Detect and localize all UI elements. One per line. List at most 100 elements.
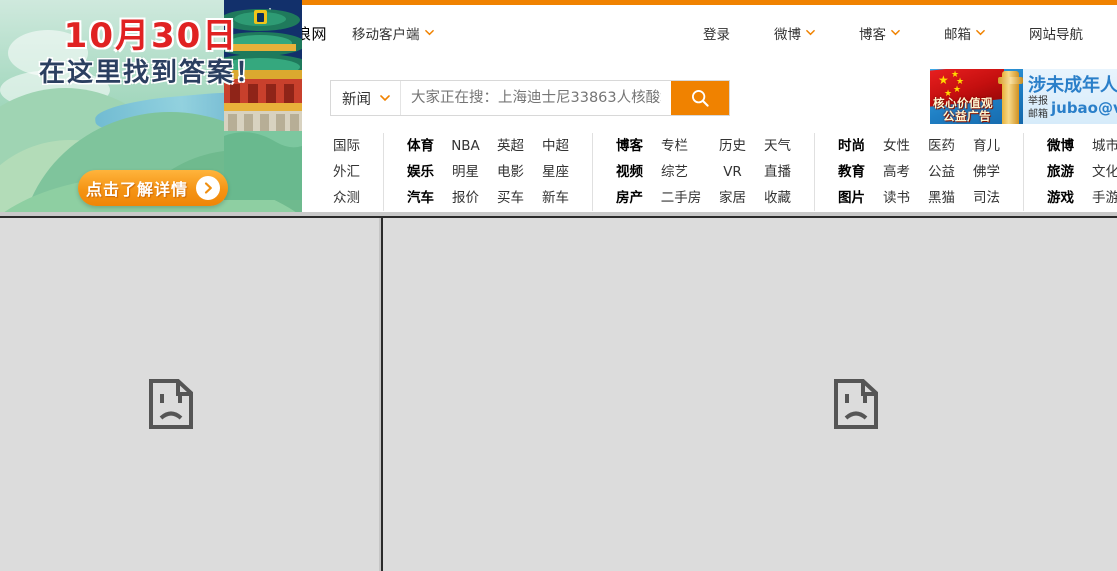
chevron-down-icon <box>806 28 815 37</box>
nav-link-shoucang[interactable]: 收藏 <box>755 185 800 211</box>
nav-link-jiaoyu[interactable]: 教育 <box>829 159 874 185</box>
nav-link-zhongce[interactable]: 众测 <box>324 185 369 211</box>
nav-column: 微博 旅游 游戏 <box>1038 133 1083 211</box>
chevron-down-icon <box>424 28 434 37</box>
topnav-item-label: 邮箱 <box>944 27 971 43</box>
psa-illustration: ★ ★ ★ ★ ★ 核心价值观 公益广告 <box>930 69 1023 124</box>
psa-caption-line2: 公益广告 <box>943 109 991 123</box>
search-category-selector[interactable]: 新闻 <box>331 81 401 115</box>
nav-link-zhibo[interactable]: 直播 <box>755 159 800 185</box>
topnav-item-login[interactable]: 登录 <box>681 23 752 43</box>
nav-column: 育儿 佛学 司法 <box>964 133 1009 211</box>
nav-link-tiyu[interactable]: 体育 <box>398 133 443 159</box>
overlay-advertisement[interactable]: 10月30日 在这里找到答案！ 点击了解详情 <box>0 0 302 216</box>
nav-column: 国际 外汇 众测 <box>324 133 369 211</box>
nav-link-nba[interactable]: NBA <box>443 133 488 159</box>
nav-column: NBA 明星 报价 <box>443 133 488 211</box>
psa-text-block: 涉未成年人 举报 邮箱 jubao@vip <box>1023 69 1117 124</box>
nav-link-yuer[interactable]: 育儿 <box>964 133 1009 159</box>
nav-link-fangchan[interactable]: 房产 <box>607 185 652 211</box>
nav-link-gongyi[interactable]: 公益 <box>919 159 964 185</box>
page-root: 浪网 移动客户端 登录 微博 博客 邮箱 网站导航 新闻 大家正在搜：上海迪士尼… <box>0 0 1117 571</box>
nav-column: 时尚 教育 图片 <box>829 133 874 211</box>
broken-image-icon <box>833 378 879 430</box>
search-submit-button[interactable] <box>671 81 729 115</box>
nav-link-wenhua[interactable]: 文化 <box>1083 159 1117 185</box>
nav-link-vr[interactable]: VR <box>710 159 755 185</box>
nav-link-chengshi[interactable]: 城市 <box>1083 133 1117 159</box>
psa-report-label-line1: 举报 <box>1028 96 1048 107</box>
nav-link-qiche[interactable]: 汽车 <box>398 185 443 211</box>
psa-report-label: 举报 邮箱 <box>1028 95 1050 121</box>
nav-link-youxi[interactable]: 游戏 <box>1038 185 1083 211</box>
topnav-item-site-directory[interactable]: 网站导航 <box>1007 23 1105 43</box>
topnav-item-weibo[interactable]: 微博 <box>752 23 837 43</box>
nav-link-ershoufang[interactable]: 二手房 <box>652 185 710 211</box>
nav-link-xinche[interactable]: 新车 <box>533 185 578 211</box>
flag-star-icon: ★ <box>953 85 962 95</box>
ad-cta-button[interactable]: 点击了解详情 <box>78 170 228 206</box>
nav-link-xingzuo[interactable]: 星座 <box>533 159 578 185</box>
nav-link-yingchao[interactable]: 英超 <box>488 133 533 159</box>
search-bar: 新闻 <box>330 80 730 116</box>
nav-link-waihui[interactable]: 外汇 <box>324 159 369 185</box>
topnav-right-group: 登录 微博 博客 邮箱 网站导航 <box>681 23 1105 43</box>
nav-column: 体育 娱乐 汽车 <box>398 133 443 211</box>
nav-link-zhuanlan[interactable]: 专栏 <box>652 133 697 159</box>
nav-column: 城市 文化 手游 <box>1083 133 1117 211</box>
psa-report-email: jubao@vip <box>1051 99 1117 117</box>
nav-column: 英超 电影 买车 <box>488 133 533 211</box>
search-icon <box>690 88 710 108</box>
nav-link-yiyao[interactable]: 医药 <box>919 133 964 159</box>
nav-link-foxue[interactable]: 佛学 <box>964 159 1009 185</box>
search-input[interactable] <box>401 81 671 115</box>
nav-link-tianqi[interactable]: 天气 <box>755 133 800 159</box>
nav-column: 博客 视频 房产 <box>607 133 652 211</box>
nav-group-3: 博客 视频 房产 专栏 综艺 二手房 历史 VR 家居 天气 直播 收藏 <box>592 133 814 211</box>
nav-link-jiaju[interactable]: 家居 <box>710 185 755 211</box>
nav-link-dianying[interactable]: 电影 <box>488 159 533 185</box>
chevron-right-icon <box>196 176 220 200</box>
nav-column: 女性 高考 读书 <box>874 133 919 211</box>
nav-column: 天气 直播 收藏 <box>755 133 800 211</box>
topnav-item-blog[interactable]: 博客 <box>837 23 922 43</box>
public-service-ad-banner[interactable]: ★ ★ ★ ★ ★ 核心价值观 公益广告 涉未成年人 举报 邮箱 jubao@v… <box>930 69 1117 124</box>
nav-link-zongyi[interactable]: 综艺 <box>652 159 697 185</box>
nav-column: 历史 VR 家居 <box>710 133 755 211</box>
nav-link-zhongchao[interactable]: 中超 <box>533 133 578 159</box>
flag-star-icon: ★ <box>938 73 949 87</box>
topnav-item-mobile-client[interactable]: 移动客户端 <box>352 23 434 43</box>
nav-link-mingxing[interactable]: 明星 <box>443 159 488 185</box>
ad-subheadline: 在这里找到答案！ <box>38 58 263 88</box>
nav-link-shouyou[interactable]: 手游 <box>1083 185 1117 211</box>
left-pane <box>0 218 381 571</box>
nav-link-shipin[interactable]: 视频 <box>607 159 652 185</box>
nav-link-gaokao[interactable]: 高考 <box>874 159 919 185</box>
nav-link-heimao[interactable]: 黑猫 <box>919 185 964 211</box>
nav-column: 专栏 综艺 二手房 <box>652 133 710 211</box>
nav-link-yule[interactable]: 娱乐 <box>398 159 443 185</box>
nav-link-guoji[interactable]: 国际 <box>324 133 369 159</box>
chevron-down-icon <box>891 28 900 37</box>
topnav-item-label: 网站导航 <box>1029 27 1083 43</box>
psa-report-label-line2: 邮箱 <box>1028 109 1048 120</box>
ad-cta-label: 点击了解详情 <box>85 180 188 199</box>
nav-link-shishang[interactable]: 时尚 <box>829 133 874 159</box>
nav-link-maiche[interactable]: 买车 <box>488 185 533 211</box>
nav-link-tupian[interactable]: 图片 <box>829 185 874 211</box>
nav-link-dushu[interactable]: 读书 <box>874 185 919 211</box>
nav-link-lishi[interactable]: 历史 <box>710 133 755 159</box>
nav-link-sifa[interactable]: 司法 <box>964 185 1009 211</box>
topnav-item-mail[interactable]: 邮箱 <box>922 23 1007 43</box>
topnav-item-label: 博客 <box>859 27 886 43</box>
nav-link-baojia[interactable]: 报价 <box>443 185 488 211</box>
nav-link-weibo[interactable]: 微博 <box>1038 133 1083 159</box>
nav-column: 医药 公益 黑猫 <box>919 133 964 211</box>
ad-headline: 10月30日 <box>63 16 239 56</box>
nav-link-lvyou[interactable]: 旅游 <box>1038 159 1083 185</box>
content-area <box>0 218 1117 571</box>
nav-link-boke[interactable]: 博客 <box>607 133 652 159</box>
right-pane <box>383 218 1117 571</box>
nav-link-nvxing[interactable]: 女性 <box>874 133 919 159</box>
broken-image-icon <box>148 378 194 430</box>
